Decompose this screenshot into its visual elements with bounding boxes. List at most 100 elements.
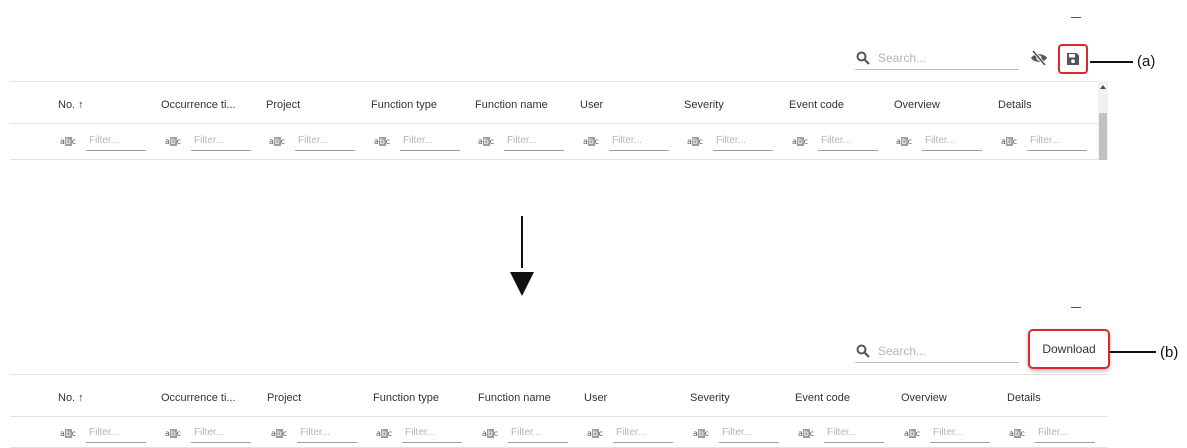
filter-input[interactable]: Filter... [86, 423, 146, 443]
text-filter-icon[interactable]: abc [374, 136, 390, 146]
filter-input[interactable]: Filter... [818, 131, 878, 151]
text-filter-icon[interactable]: abc [587, 428, 603, 438]
filter-input[interactable]: Filter... [86, 131, 146, 151]
column-header[interactable]: Event code [795, 392, 850, 404]
text-filter-icon[interactable]: abc [478, 136, 494, 146]
filter-input[interactable]: Filter... [191, 131, 251, 151]
text-filter-icon[interactable]: abc [376, 428, 392, 438]
filter-input[interactable]: Filter... [613, 423, 673, 443]
save-icon [1067, 53, 1079, 65]
minimize-icon[interactable] [1071, 307, 1081, 308]
text-filter-icon[interactable]: abc [687, 136, 703, 146]
text-filter-icon[interactable]: abc [1001, 136, 1017, 146]
down-arrow-line [521, 216, 523, 268]
filter-cell: abc Filter... [269, 131, 355, 151]
filter-input[interactable]: Filter... [297, 423, 357, 443]
filter-input[interactable]: Filter... [1035, 423, 1095, 443]
filter-row: abc Filter... abc Filter... abc Filter..… [10, 417, 1108, 448]
text-filter-icon[interactable]: abc [896, 136, 912, 146]
text-filter-icon[interactable]: abc [792, 136, 808, 146]
filter-input[interactable]: Filter... [400, 131, 460, 151]
filter-cell: abc Filter... [583, 131, 669, 151]
search-field[interactable]: Search... [855, 46, 1019, 70]
search-icon [856, 344, 870, 358]
column-header[interactable]: Severity [690, 392, 730, 404]
column-header[interactable]: No. ↑ [58, 99, 84, 111]
column-header[interactable]: Overview [894, 99, 940, 111]
column-header[interactable]: Occurrence ti... [161, 99, 236, 111]
filter-input[interactable]: Filter... [824, 423, 884, 443]
callout-line-b [1110, 351, 1156, 353]
filter-input[interactable]: Filter... [402, 423, 462, 443]
column-header[interactable]: Project [267, 392, 301, 404]
header-row: No. ↑ Occurrence ti... Project Function … [10, 81, 1098, 124]
text-filter-icon[interactable]: abc [269, 136, 285, 146]
text-filter-icon[interactable]: abc [482, 428, 498, 438]
filter-cell: abc Filter... [478, 131, 564, 151]
column-header[interactable]: User [580, 99, 603, 111]
column-header[interactable]: Function type [373, 392, 439, 404]
save-button[interactable] [1058, 44, 1088, 74]
scroll-up-icon[interactable] [1098, 83, 1108, 91]
search-placeholder: Search... [878, 343, 927, 358]
callout-label-b: (b) [1160, 344, 1179, 361]
column-header[interactable]: Function name [475, 99, 548, 111]
callout-label-a: (a) [1137, 53, 1156, 70]
filter-input[interactable]: Filter... [922, 131, 982, 151]
callout-line-a [1090, 61, 1133, 63]
filter-input[interactable]: Filter... [1027, 131, 1087, 151]
column-header[interactable]: Details [1007, 392, 1041, 404]
filter-cell: abc Filter... [376, 423, 462, 443]
search-icon [856, 51, 870, 65]
scrollbar-thumb[interactable] [1099, 113, 1107, 160]
filter-cell: abc Filter... [271, 423, 357, 443]
filter-cell: abc Filter... [374, 131, 460, 151]
filter-input[interactable]: Filter... [930, 423, 990, 443]
column-header[interactable]: Overview [901, 392, 947, 404]
text-filter-icon[interactable]: abc [165, 136, 181, 146]
column-header[interactable]: Severity [684, 99, 724, 111]
filter-cell: abc Filter... [896, 131, 982, 151]
filter-cell: abc Filter... [1001, 131, 1087, 151]
text-filter-icon[interactable]: abc [693, 428, 709, 438]
text-filter-icon[interactable]: abc [904, 428, 920, 438]
filter-cell: abc Filter... [792, 131, 878, 151]
column-header[interactable]: Occurrence ti... [161, 392, 236, 404]
column-header[interactable]: Details [998, 99, 1032, 111]
eye-off-icon[interactable] [1030, 49, 1048, 67]
text-filter-icon[interactable]: abc [60, 428, 76, 438]
filter-input[interactable]: Filter... [719, 423, 779, 443]
text-filter-icon[interactable]: abc [583, 136, 599, 146]
filter-input[interactable]: Filter... [713, 131, 773, 151]
top-grid: No. ↑ Occurrence ti... Project Function … [10, 80, 1108, 160]
down-arrow-icon [510, 272, 534, 296]
filter-row: abc Filter... abc Filter... abc Filter..… [10, 124, 1098, 160]
filter-input[interactable]: Filter... [504, 131, 564, 151]
column-header[interactable]: Function name [478, 392, 551, 404]
text-filter-icon[interactable]: abc [798, 428, 814, 438]
text-filter-icon[interactable]: abc [271, 428, 287, 438]
download-button[interactable]: Download [1028, 329, 1110, 369]
filter-cell: abc Filter... [1009, 423, 1095, 443]
column-header[interactable]: Project [266, 99, 300, 111]
column-header[interactable]: User [584, 392, 607, 404]
filter-input[interactable]: Filter... [191, 423, 251, 443]
filter-input[interactable]: Filter... [508, 423, 568, 443]
column-header[interactable]: Function type [371, 99, 437, 111]
vertical-scrollbar[interactable] [1098, 81, 1108, 160]
column-header[interactable]: Event code [789, 99, 844, 111]
filter-cell: abc Filter... [165, 131, 251, 151]
text-filter-icon[interactable]: abc [1009, 428, 1025, 438]
filter-cell: abc Filter... [60, 131, 146, 151]
filter-cell: abc Filter... [904, 423, 990, 443]
filter-cell: abc Filter... [693, 423, 779, 443]
text-filter-icon[interactable]: abc [165, 428, 181, 438]
minimize-icon[interactable] [1071, 17, 1081, 18]
text-filter-icon[interactable]: abc [60, 136, 76, 146]
filter-input[interactable]: Filter... [609, 131, 669, 151]
column-header[interactable]: No. ↑ [58, 392, 84, 404]
filter-cell: abc Filter... [165, 423, 251, 443]
filter-input[interactable]: Filter... [295, 131, 355, 151]
search-placeholder: Search... [878, 50, 927, 65]
search-field[interactable]: Search... [855, 339, 1019, 363]
